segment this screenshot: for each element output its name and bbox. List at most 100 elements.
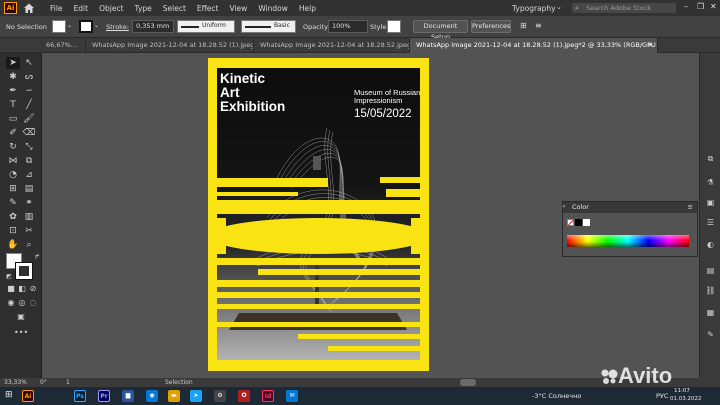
swap-colors-icon[interactable]: ↱: [30, 251, 44, 263]
opacity-label[interactable]: Opacity:: [303, 23, 330, 31]
magic-wand-tool-icon[interactable]: ✱: [6, 71, 20, 83]
brush-definition[interactable]: Basic: [241, 20, 296, 33]
weather-widget[interactable]: -3°C Солнечно: [532, 392, 581, 400]
preferences-button[interactable]: Preferences: [471, 20, 511, 33]
artboard[interactable]: Kinetic Art Exhibition Museum of Russian…: [208, 58, 429, 371]
zoom-level[interactable]: 33,33%: [4, 378, 27, 387]
blend-tool-icon[interactable]: ⚭: [22, 197, 36, 209]
indesign-taskbar-icon[interactable]: Id: [262, 390, 274, 402]
folder-icon[interactable]: ▬: [168, 390, 180, 402]
home-icon[interactable]: [23, 2, 35, 14]
hand-tool-icon[interactable]: ✋: [6, 239, 20, 251]
keyboard-language[interactable]: РУС: [656, 392, 668, 400]
menu-effect[interactable]: Effect: [197, 4, 219, 13]
layers-icon[interactable]: ▤: [704, 265, 717, 277]
workspace-switcher[interactable]: Typography: [512, 4, 556, 13]
rotation-angle[interactable]: 0°: [40, 378, 47, 387]
graphic-style-swatch[interactable]: [387, 20, 401, 33]
curvature-tool-icon[interactable]: ∽: [22, 85, 36, 97]
stroke-swatch[interactable]: [79, 20, 93, 33]
screen-mode-icon[interactable]: ▣: [14, 311, 28, 323]
links-icon[interactable]: ⛓: [704, 285, 717, 297]
pathfinder-icon[interactable]: ⧉: [704, 153, 717, 165]
width-tool-icon[interactable]: ⋈: [6, 155, 20, 167]
illustrator-taskbar-icon[interactable]: Ai: [22, 390, 34, 402]
rectangle-tool-icon[interactable]: ▭: [6, 113, 20, 125]
line-tool-icon[interactable]: ╱: [22, 99, 36, 111]
direct-selection-tool-icon[interactable]: ↖: [22, 57, 36, 69]
swatches-icon[interactable]: ▦: [704, 307, 717, 319]
black-swatch[interactable]: [575, 219, 582, 226]
transform-icon[interactable]: ▣: [704, 197, 717, 209]
align-icon[interactable]: ☰: [704, 217, 717, 229]
menu-select[interactable]: Select: [163, 4, 186, 13]
artboard-number[interactable]: 1: [66, 378, 70, 387]
color-panel-header[interactable]: » Color ≡: [562, 201, 697, 213]
stock-search-input[interactable]: ⌕ Search Adobe Stock: [572, 3, 676, 13]
type-tool-icon[interactable]: T: [6, 99, 20, 111]
close-button[interactable]: ✕: [710, 2, 717, 11]
tab-document-1[interactable]: 66,67%...: [40, 38, 86, 53]
panel-menu-icon[interactable]: ≡: [535, 21, 542, 30]
browser-icon[interactable]: ◉: [146, 390, 158, 402]
color-guide-icon[interactable]: ◐: [704, 239, 717, 251]
horizontal-scrollbar[interactable]: [460, 379, 476, 386]
eyedropper-tool-icon[interactable]: ✎: [6, 197, 20, 209]
shape-builder-tool-icon[interactable]: ◔: [6, 169, 20, 181]
telegram-icon[interactable]: ➤: [190, 390, 202, 402]
collapse-icon[interactable]: »: [562, 201, 566, 212]
stroke-color-indicator[interactable]: [15, 262, 33, 280]
menu-object[interactable]: Object: [99, 4, 123, 13]
opera-icon[interactable]: O: [238, 390, 250, 402]
document-setup-button[interactable]: Document Setup: [413, 20, 468, 41]
free-transform-tool-icon[interactable]: ⧉: [22, 155, 36, 167]
stroke-label[interactable]: Stroke:: [106, 23, 129, 31]
brushes-icon[interactable]: ✎: [704, 329, 717, 341]
variable-width-profile[interactable]: Uniform: [177, 20, 235, 33]
zoom-tool-icon[interactable]: ⌕: [22, 239, 36, 251]
file-explorer-icon[interactable]: ▆: [122, 390, 134, 402]
column-graph-tool-icon[interactable]: ▥: [22, 211, 36, 223]
windows-start-icon[interactable]: ⊞: [5, 390, 13, 400]
panel-menu-icon[interactable]: ≡: [688, 202, 693, 213]
scale-tool-icon[interactable]: ⤡: [22, 141, 36, 153]
fill-swatch[interactable]: [52, 20, 66, 33]
opacity-field[interactable]: 100%: [328, 20, 368, 33]
pen-tool-icon[interactable]: ✒: [6, 85, 20, 97]
chevron-down-icon[interactable]: ⌄: [67, 22, 72, 29]
selection-tool-icon[interactable]: ➤: [6, 57, 20, 69]
mail-icon[interactable]: ✉: [286, 390, 298, 402]
shaper-tool-icon[interactable]: ✐: [6, 127, 20, 139]
artboard-tool-icon[interactable]: ⊡: [6, 225, 20, 237]
none-mode-icon[interactable]: ⊘: [26, 283, 40, 295]
white-swatch[interactable]: [583, 219, 590, 226]
minimize-button[interactable]: –: [684, 2, 688, 11]
eraser-tool-icon[interactable]: ⌫: [22, 127, 36, 139]
lasso-tool-icon[interactable]: ᔕ: [22, 71, 36, 83]
menu-file[interactable]: File: [50, 4, 63, 13]
tab-document-2[interactable]: WhatsApp Image 2021-12-04 at 18.28.52 (1…: [86, 38, 254, 53]
color-spectrum[interactable]: [567, 235, 689, 247]
mesh-tool-icon[interactable]: ⊞: [6, 183, 20, 195]
menu-view[interactable]: View: [230, 4, 248, 13]
color-panel[interactable]: » Color ≡: [562, 201, 698, 257]
rotate-tool-icon[interactable]: ↻: [6, 141, 20, 153]
menu-help[interactable]: Help: [299, 4, 316, 13]
premiere-taskbar-icon[interactable]: Pr: [98, 390, 110, 402]
menu-window[interactable]: Window: [258, 4, 288, 13]
draw-inside-icon[interactable]: ◌: [26, 297, 40, 309]
chevron-down-icon[interactable]: ⌄: [556, 3, 562, 11]
paintbrush-tool-icon[interactable]: 🖌: [22, 113, 36, 125]
perspective-grid-tool-icon[interactable]: ⊿: [22, 169, 36, 181]
symbol-sprayer-tool-icon[interactable]: ✿: [6, 211, 20, 223]
menu-edit[interactable]: Edit: [74, 4, 89, 13]
close-tab-icon[interactable]: ×: [648, 38, 653, 53]
chevron-down-icon[interactable]: ⌄: [94, 22, 99, 29]
edit-toolbar-icon[interactable]: •••: [14, 327, 28, 339]
slice-tool-icon[interactable]: ✂: [22, 225, 36, 237]
stroke-weight-field[interactable]: 0,353 mm: [132, 20, 174, 33]
settings-icon[interactable]: ⚙: [214, 390, 226, 402]
appearance-icon[interactable]: ⚗: [704, 177, 717, 189]
photoshop-taskbar-icon[interactable]: Ps: [74, 390, 86, 402]
arrange-icon[interactable]: ⊞: [520, 21, 527, 30]
